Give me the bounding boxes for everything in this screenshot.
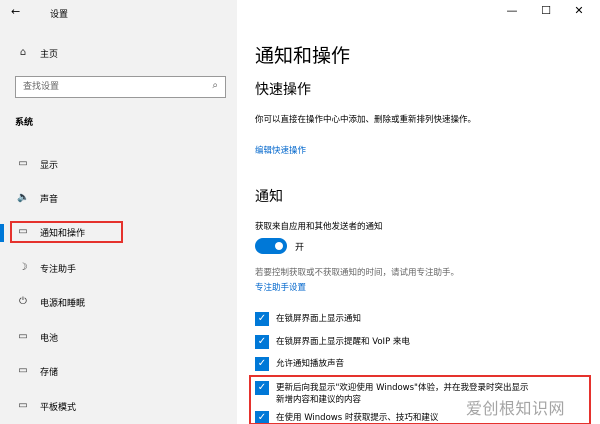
home-icon: ⌂ [19, 47, 27, 58]
sidebar-item-storage[interactable]: ▭ 存储 [0, 359, 237, 383]
tablet-icon: ▭ [18, 400, 28, 411]
checkbox-label: 允许通知播放声音 [276, 359, 345, 369]
sidebar-item-battery[interactable]: ▭ 电池 [0, 325, 237, 349]
power-icon: ⏻ [19, 296, 27, 307]
main-panel: — ☐ ✕ 通知和操作 快速操作 你可以直接在操作中心中添加、删除或重新排列快速… [237, 0, 600, 424]
focus-assist-settings-link[interactable]: 专注助手设置 [255, 281, 306, 293]
notifications-toggle-label: 获取来自应用和其他发送者的通知 [255, 222, 383, 232]
page-title: 通知和操作 [255, 45, 351, 67]
highlight-box-nav [10, 221, 123, 243]
maximize-icon[interactable]: ☐ [539, 4, 553, 18]
sidebar-item-label: 平板模式 [40, 403, 77, 413]
sidebar-item-label: 电池 [40, 334, 59, 344]
checkbox[interactable]: ✓ [255, 335, 269, 349]
moon-icon: ☽ [18, 262, 28, 273]
search-box[interactable]: ⌕ [15, 76, 226, 98]
sidebar-item-focus-assist[interactable]: ☽ 专注助手 [0, 256, 237, 280]
search-input[interactable] [23, 81, 203, 93]
search-icon[interactable]: ⌕ [212, 80, 218, 91]
titlebar: ← 设置 [0, 0, 237, 26]
sidebar-item-power[interactable]: ⏻ 电源和睡眠 [0, 290, 237, 314]
app-title: 设置 [50, 10, 69, 20]
checkbox-label: 在锁屏界面上显示通知 [276, 314, 362, 324]
sidebar-item-label: 主页 [40, 50, 59, 60]
sidebar-item-label: 显示 [40, 161, 59, 171]
speaker-icon: 🔈 [17, 192, 30, 203]
sidebar-item-label: 专注助手 [40, 265, 77, 275]
focus-assist-hint: 若要控制获取或不获取通知的时间，请试用专注助手。 [255, 268, 460, 278]
sidebar-item-label: 电源和睡眠 [40, 299, 86, 309]
checkbox[interactable]: ✓ [255, 312, 269, 326]
notifications-toggle[interactable] [255, 238, 287, 254]
close-icon[interactable]: ✕ [572, 4, 586, 18]
quick-actions-description: 你可以直接在操作中心中添加、删除或重新排列快速操作。 [255, 115, 477, 125]
sidebar-item-home[interactable]: ⌂ 主页 [0, 41, 237, 65]
sidebar-item-tablet-mode[interactable]: ▭ 平板模式 [0, 394, 237, 418]
quick-actions-heading: 快速操作 [255, 82, 311, 98]
edit-quick-actions-link[interactable]: 编辑快速操作 [255, 144, 306, 156]
sidebar-item-label: 声音 [40, 195, 59, 205]
notifications-heading: 通知 [255, 189, 283, 205]
toggle-state-label: 开 [295, 243, 305, 253]
section-heading-system: 系统 [15, 118, 34, 128]
sidebar-item-display[interactable]: ▭ 显示 [0, 152, 237, 176]
sidebar-item-sound[interactable]: 🔈 声音 [0, 186, 237, 210]
back-arrow-icon[interactable]: ← [11, 5, 20, 18]
sidebar: ← 设置 ⌂ 主页 ⌕ 系统 ▭ 显示 🔈 声音 ▭ 通知和操作 ☽ 专注助手 … [0, 0, 237, 424]
monitor-icon: ▭ [18, 158, 28, 169]
watermark: 爱创根知识网 [466, 399, 566, 418]
battery-icon: ▭ [18, 331, 28, 342]
toggle-knob [275, 242, 283, 250]
checkbox[interactable]: ✓ [255, 357, 269, 371]
checkbox-label: 在锁屏界面上显示提醒和 VoIP 来电 [276, 337, 410, 347]
storage-icon: ▭ [18, 365, 28, 376]
minimize-icon[interactable]: — [505, 4, 519, 18]
sidebar-item-label: 存储 [40, 368, 59, 378]
